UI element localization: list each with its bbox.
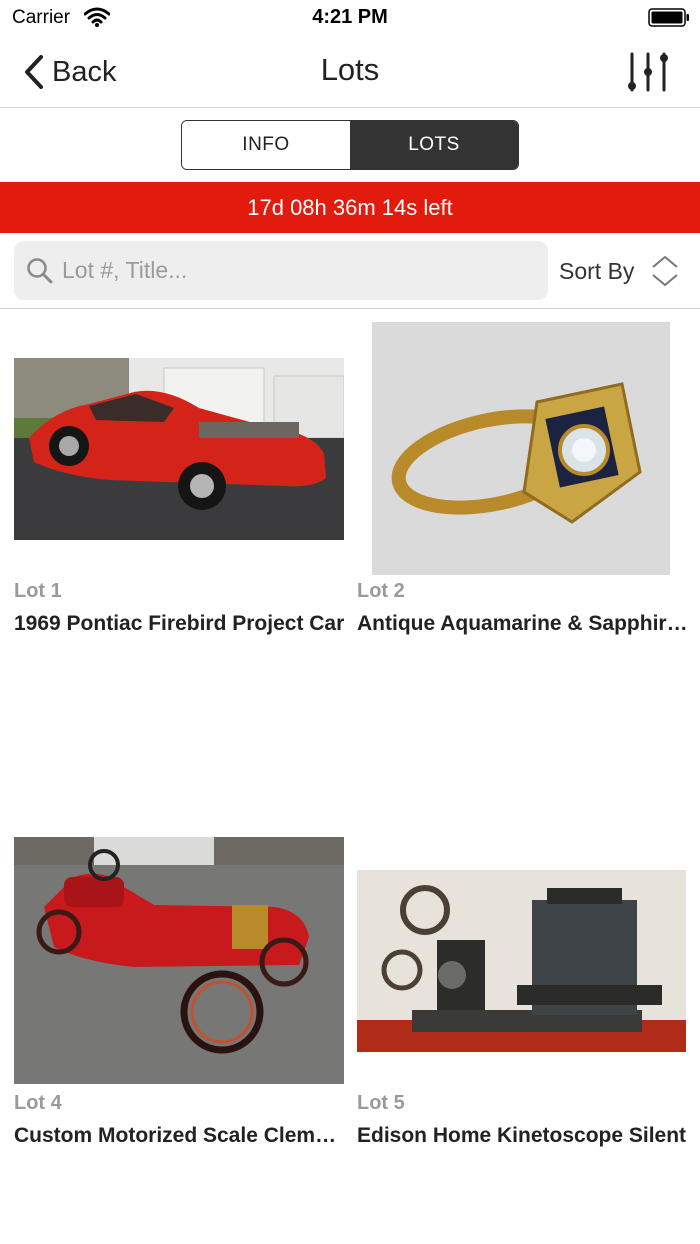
status-bar: Carrier 4:21 PM (0, 0, 700, 36)
red-roadster-photo (14, 837, 344, 1084)
tab-info[interactable]: INFO (182, 121, 350, 169)
clock: 4:21 PM (312, 6, 388, 28)
sort-updown-icon (652, 256, 679, 286)
lot-number: Lot 2 (357, 580, 405, 602)
countdown-banner: 17d 08h 36m 14s left (0, 182, 700, 233)
lot-card[interactable]: Lot 5 Edison Home Kinetoscope Silent (357, 835, 687, 1155)
projector-photo (357, 870, 686, 1052)
lot-number: Lot 4 (14, 1092, 62, 1114)
ring-photo (372, 322, 670, 575)
sort-by-label: Sort By (559, 257, 635, 284)
search-icon (27, 257, 53, 283)
segmented-control: INFO LOTS (181, 120, 519, 170)
filter-sliders-icon[interactable] (626, 50, 670, 94)
lot-title: 1969 Pontiac Firebird Project Car (14, 612, 345, 635)
search-row: Sort By (0, 233, 700, 309)
tab-lots[interactable]: LOTS (350, 121, 518, 169)
lot-image-ring (372, 322, 670, 575)
nav-bar: Back Lots (0, 36, 700, 108)
lot-card[interactable]: Lot 2 Antique Aquamarine & Sapphire Ring (357, 320, 689, 640)
sort-by-button[interactable]: Sort By (559, 251, 680, 291)
search-box (14, 241, 548, 300)
lot-number: Lot 5 (357, 1092, 405, 1114)
red-car-photo (14, 358, 344, 540)
lot-title: Antique Aquamarine & Sapphire Ring (357, 612, 689, 635)
lot-number: Lot 1 (14, 580, 62, 602)
lot-image-scale-car (14, 837, 344, 1084)
lot-card[interactable]: Lot 1 1969 Pontiac Firebird Project Car (14, 320, 344, 640)
lot-image-firebird (14, 358, 344, 540)
lot-title: Custom Motorized Scale Clement (14, 1124, 346, 1147)
battery-icon (648, 8, 689, 27)
search-input[interactable] (62, 257, 502, 284)
lot-image-kinetoscope (357, 870, 686, 1052)
page-title: Lots (320, 52, 380, 87)
lot-title: Edison Home Kinetoscope Silent (357, 1124, 687, 1147)
lot-card[interactable]: Lot 4 Custom Motorized Scale Clement (14, 835, 346, 1155)
